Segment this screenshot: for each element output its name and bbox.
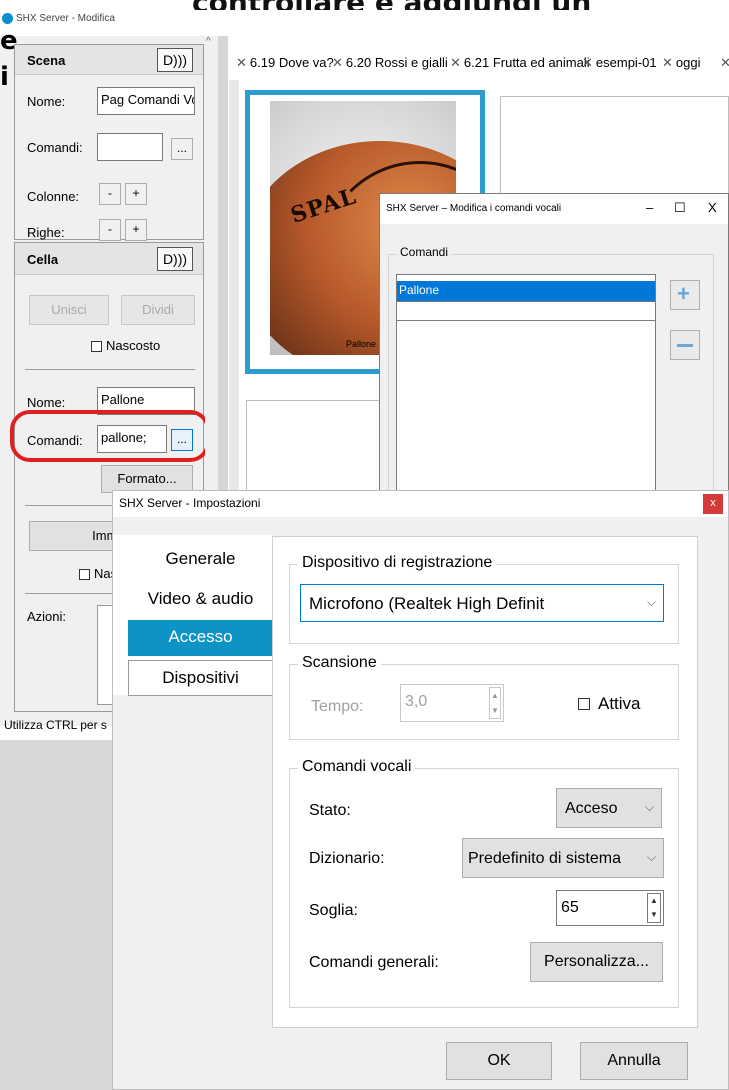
azioni-label: Azioni: [27, 609, 67, 624]
tab-oggi[interactable]: ✕ oggi [662, 55, 700, 75]
scena-comandi-browse-button[interactable]: ... [171, 138, 193, 160]
personalizza-button[interactable]: Personalizza... [530, 942, 663, 982]
close-icon[interactable]: x [703, 494, 723, 514]
close-icon[interactable]: ✕ [582, 55, 593, 70]
editor-titlebar: SHX Server - Modifica [0, 10, 729, 30]
dizionario-select[interactable]: Predefinito di sistema ⌵ [462, 838, 664, 878]
overlay-title-i: i [0, 62, 9, 92]
stato-label: Stato: [309, 802, 351, 819]
speaker-voice-icon[interactable]: D))) [157, 48, 193, 72]
close-icon[interactable]: ✕ [662, 55, 673, 70]
add-button[interactable]: + [670, 280, 700, 310]
close-icon[interactable]: ✕ [450, 55, 461, 70]
settings-titlebar: SHX Server - Impostazioni x [113, 491, 728, 517]
tab-6-21[interactable]: ✕ 6.21 Frutta ed animali [450, 55, 590, 75]
chevron-down-icon: ⌵ [647, 850, 657, 864]
colonne-label: Colonne: [27, 189, 80, 204]
annulla-button[interactable]: Annulla [580, 1042, 688, 1080]
nascosto-label: Nascosto [106, 338, 161, 353]
tempo-value: 3,0 [405, 693, 428, 710]
registrazione-title: Dispositivo di registrazione [298, 554, 497, 572]
soglia-value: 65 [561, 899, 579, 916]
righe-plus-button[interactable]: + [125, 219, 147, 241]
scena-nome-field[interactable]: Pag Comandi Voca [97, 87, 195, 115]
cella-header: Cella D))) [15, 243, 203, 275]
voice-list[interactable]: Pallone [396, 274, 656, 504]
scena-nome-label: Nome: [27, 94, 66, 109]
scena-comandi-field[interactable] [97, 133, 163, 161]
list-item-selected[interactable]: Pallone [397, 281, 655, 301]
righe-minus-button[interactable]: - [99, 219, 121, 241]
chevron-down-icon: ⌵ [647, 595, 657, 609]
tab-close-icon[interactable]: ✕ [720, 55, 729, 71]
cella-title: Cella [27, 252, 59, 267]
spinner-arrows-icon[interactable]: ▲ ▼ [647, 893, 661, 923]
device-select[interactable]: Microfono (Realtek High Definit ⌵ [300, 584, 664, 622]
divider [25, 369, 195, 370]
close-icon[interactable]: X [708, 200, 717, 215]
tab-esempi-01[interactable]: ✕ esempi-01 [582, 55, 657, 75]
nav-video-audio[interactable]: Video & audio [128, 582, 273, 618]
spinner-arrows-icon[interactable]: ▲ ▼ [489, 687, 501, 719]
remove-button[interactable] [670, 330, 700, 360]
nav-generale[interactable]: Generale [128, 542, 273, 578]
colonne-plus-button[interactable]: + [125, 183, 147, 205]
nascosto2-checkbox[interactable] [79, 569, 90, 580]
tempo-label: Tempo: [311, 698, 364, 715]
ok-button[interactable]: OK [446, 1042, 552, 1080]
settings-title: SHX Server - Impostazioni [119, 496, 261, 510]
maximize-icon[interactable]: ☐ [674, 200, 686, 216]
voice-dialog: SHX Server – Modifica i comandi vocali –… [379, 193, 729, 504]
cell-empty[interactable] [246, 400, 382, 495]
backdrop [0, 740, 114, 1090]
attiva-label: Attiva [598, 694, 641, 713]
editor-title: SHX Server - Modifica [16, 13, 115, 24]
list-item[interactable] [397, 301, 655, 321]
nav-dispositivi[interactable]: Dispositivi [128, 660, 273, 696]
dividi-button[interactable]: Dividi [121, 295, 195, 325]
colonne-minus-button[interactable]: - [99, 183, 121, 205]
comandi-generali-label: Comandi generali: [309, 954, 439, 971]
close-icon[interactable]: ✕ [236, 55, 247, 70]
dizionario-label: Dizionario: [309, 850, 385, 867]
tempo-field[interactable]: 3,0 ▲ ▼ [400, 684, 504, 722]
comandi-vocali-title: Comandi vocali [298, 758, 416, 776]
status-text: Utilizza CTRL per s [4, 718, 107, 732]
soglia-field[interactable]: 65 ▲ ▼ [556, 890, 664, 926]
scena-title: Scena [27, 53, 66, 68]
nav-accesso[interactable]: Accesso [128, 620, 273, 656]
nascosto-checkbox[interactable] [91, 341, 102, 352]
scena-group: Scena D))) Nome: Pag Comandi Voca Comand… [14, 44, 204, 241]
scroll-up-icon[interactable]: ^ [206, 36, 211, 47]
chevron-down-icon: ⌵ [645, 800, 655, 814]
soglia-label: Soglia: [309, 902, 358, 919]
dizionario-value: Predefinito di sistema [468, 850, 621, 867]
tab-6-19[interactable]: ✕ 6.19 Dove va? [236, 55, 334, 75]
voice-group-title: Comandi [397, 245, 452, 259]
app-icon [2, 13, 13, 24]
righe-label: Righe: [27, 225, 65, 240]
formato-button[interactable]: Formato... [101, 465, 193, 493]
device-value: Microfono (Realtek High Definit [309, 594, 545, 613]
highlight-ellipse [10, 410, 210, 462]
cella-nome-label: Nome: [27, 395, 66, 410]
voice-dialog-titlebar: SHX Server – Modifica i comandi vocali –… [380, 194, 728, 224]
plus-icon: + [677, 281, 690, 306]
attiva-checkbox[interactable] [578, 698, 590, 710]
scansione-title: Scansione [298, 654, 381, 672]
cell-caption: Pallone [346, 339, 377, 349]
close-icon[interactable]: ✕ [332, 55, 343, 70]
tab-6-20[interactable]: ✕ 6.20 Rossi e gialli [332, 55, 448, 75]
minimize-icon[interactable]: – [646, 200, 653, 215]
stato-select[interactable]: Acceso ⌵ [556, 788, 662, 828]
scena-header: Scena D))) [15, 45, 203, 75]
speaker-voice-icon[interactable]: D))) [157, 247, 193, 271]
voice-dialog-title: SHX Server – Modifica i comandi vocali [386, 203, 562, 214]
stato-value: Acceso [565, 800, 618, 817]
minus-icon [677, 344, 693, 347]
unisci-button[interactable]: Unisci [29, 295, 109, 325]
scena-comandi-label: Comandi: [27, 140, 83, 155]
